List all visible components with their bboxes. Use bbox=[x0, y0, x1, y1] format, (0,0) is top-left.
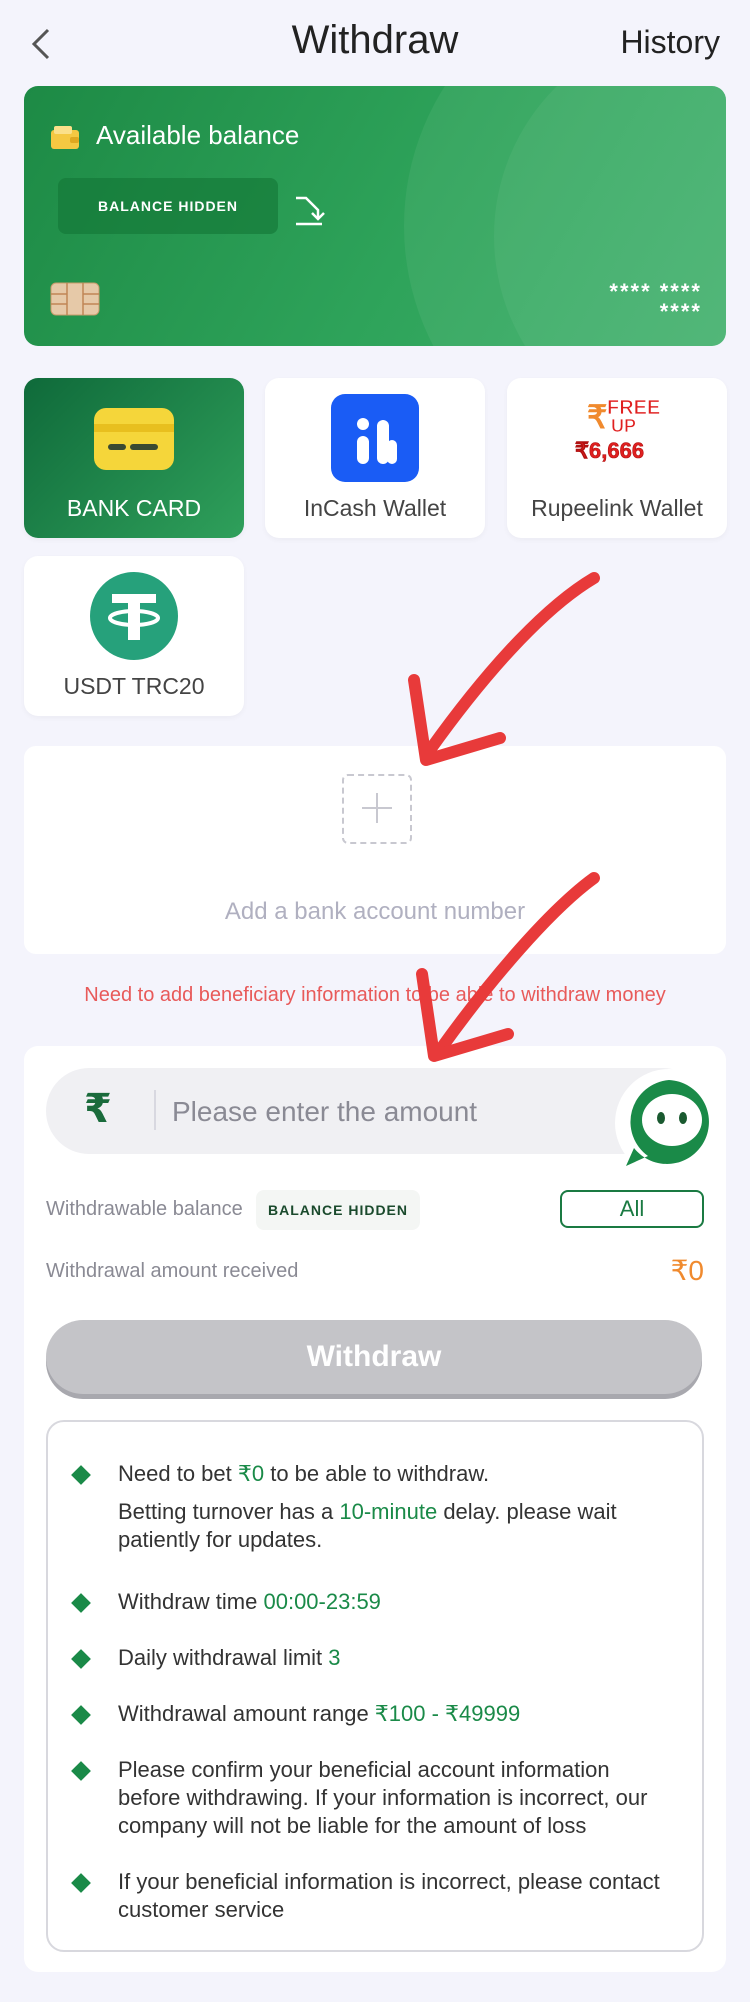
rupee-icon: ₹ bbox=[84, 1087, 112, 1131]
wallet-icon bbox=[51, 126, 79, 149]
plus-icon bbox=[342, 774, 412, 844]
withdraw-form: ₹ Withdrawable balance BALANCE HIDDEN Al… bbox=[24, 1046, 726, 1972]
method-label: BANK CARD bbox=[66, 495, 202, 521]
bullet-icon bbox=[71, 1465, 91, 1485]
add-bank-account-button[interactable]: Add a bank account number bbox=[24, 746, 726, 954]
bank-card-icon bbox=[94, 408, 174, 470]
card-chip-icon bbox=[50, 282, 100, 316]
rule-confirm-info: Please confirm your beneficial account i… bbox=[118, 1757, 648, 1838]
tether-icon bbox=[90, 572, 178, 660]
header: Withdraw History bbox=[0, 0, 750, 86]
method-label: USDT TRC20 bbox=[63, 673, 205, 699]
svg-text:₹6,666: ₹6,666 bbox=[575, 438, 644, 463]
balance-card: Available balance BALANCE HIDDEN **** **… bbox=[24, 86, 726, 346]
all-button[interactable]: All bbox=[560, 1190, 704, 1228]
rule-bet-requirement: Need to bet ₹0 to be able to withdraw. bbox=[118, 1461, 490, 1486]
method-usdt-trc20[interactable]: USDT TRC20 bbox=[24, 556, 244, 716]
customer-service-icon[interactable] bbox=[614, 1068, 724, 1178]
withdrawable-balance-hidden-badge: BALANCE HIDDEN bbox=[256, 1190, 420, 1230]
svg-text:₹: ₹ bbox=[587, 399, 607, 435]
bullet-icon bbox=[71, 1593, 91, 1613]
method-rupeelink-wallet[interactable]: ₹ FREE UP ₹6,666 Rupeelink Wallet bbox=[507, 378, 727, 538]
rupeelink-promo-icon: ₹ FREE UP ₹6,666 bbox=[575, 397, 661, 464]
beneficiary-warning: Need to add beneficiary information to b… bbox=[84, 984, 666, 1006]
withdraw-button[interactable]: Withdraw bbox=[46, 1320, 702, 1394]
amount-received-value: ₹0 bbox=[670, 1255, 704, 1286]
history-link[interactable]: History bbox=[620, 24, 720, 61]
amount-field: ₹ bbox=[46, 1068, 706, 1154]
rule-amount-range: Withdrawal amount range ₹100 - ₹49999 bbox=[118, 1701, 521, 1726]
method-bank-card[interactable]: BANK CARD bbox=[24, 378, 244, 538]
method-label: InCash Wallet bbox=[303, 495, 447, 521]
masked-card-number: **** **** **** bbox=[609, 279, 702, 324]
add-bank-account-label: Add a bank account number bbox=[224, 898, 526, 925]
rule-withdraw-time: Withdraw time 00:00-23:59 bbox=[118, 1589, 381, 1614]
withdraw-rules: Need to bet ₹0 to be able to withdraw. B… bbox=[46, 1420, 704, 1952]
balance-hidden-badge: BALANCE HIDDEN bbox=[58, 178, 278, 234]
svg-text:UP: UP bbox=[611, 416, 636, 436]
method-label: Rupeelink Wallet bbox=[531, 495, 703, 521]
withdrawable-balance-label: Withdrawable balance bbox=[46, 1198, 243, 1220]
refresh-icon[interactable] bbox=[292, 194, 326, 228]
available-balance-label: Available balance bbox=[96, 120, 300, 150]
bullet-icon bbox=[71, 1705, 91, 1725]
rule-contact-service: If your beneficial information is incorr… bbox=[118, 1869, 660, 1922]
rule-turnover-delay: Betting turnover has a 10-minute delay. … bbox=[118, 1499, 617, 1552]
bullet-icon bbox=[71, 1649, 91, 1669]
amount-received-label: Withdrawal amount received bbox=[46, 1260, 299, 1282]
bullet-icon bbox=[71, 1761, 91, 1781]
method-incash-wallet[interactable]: InCash Wallet bbox=[265, 378, 485, 538]
rule-daily-limit: Daily withdrawal limit 3 bbox=[118, 1645, 341, 1670]
incash-logo-icon bbox=[331, 394, 419, 482]
amount-input[interactable] bbox=[170, 1082, 674, 1142]
bullet-icon bbox=[71, 1873, 91, 1893]
